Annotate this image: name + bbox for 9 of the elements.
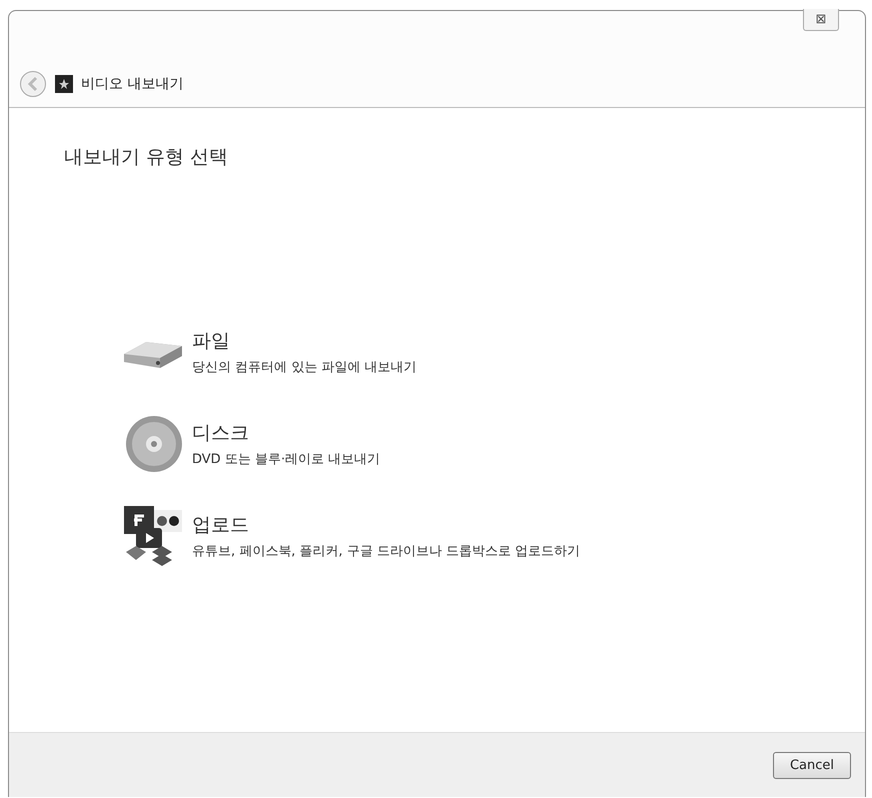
export-option[interactable]: 업로드 유튜브, 페이스북, 플리커, 구글 드라이브나 드롭박스로 업로드하기 <box>122 504 580 568</box>
film-icon <box>55 75 73 93</box>
close-button[interactable]: ⊠ <box>803 9 839 31</box>
back-icon[interactable] <box>19 70 47 98</box>
cancel-button[interactable]: Cancel <box>772 752 851 778</box>
window-title: 비디오 내보내기 <box>81 75 184 93</box>
page-heading: 내보내기 유형 선택 <box>64 145 230 170</box>
export-option[interactable]: 파일 당신의 컴퓨터에 있는 파일에 내보내기 <box>122 320 417 384</box>
export-option[interactable]: 디스크 DVD 또는 블루·레이로 내보내기 <box>122 412 380 476</box>
